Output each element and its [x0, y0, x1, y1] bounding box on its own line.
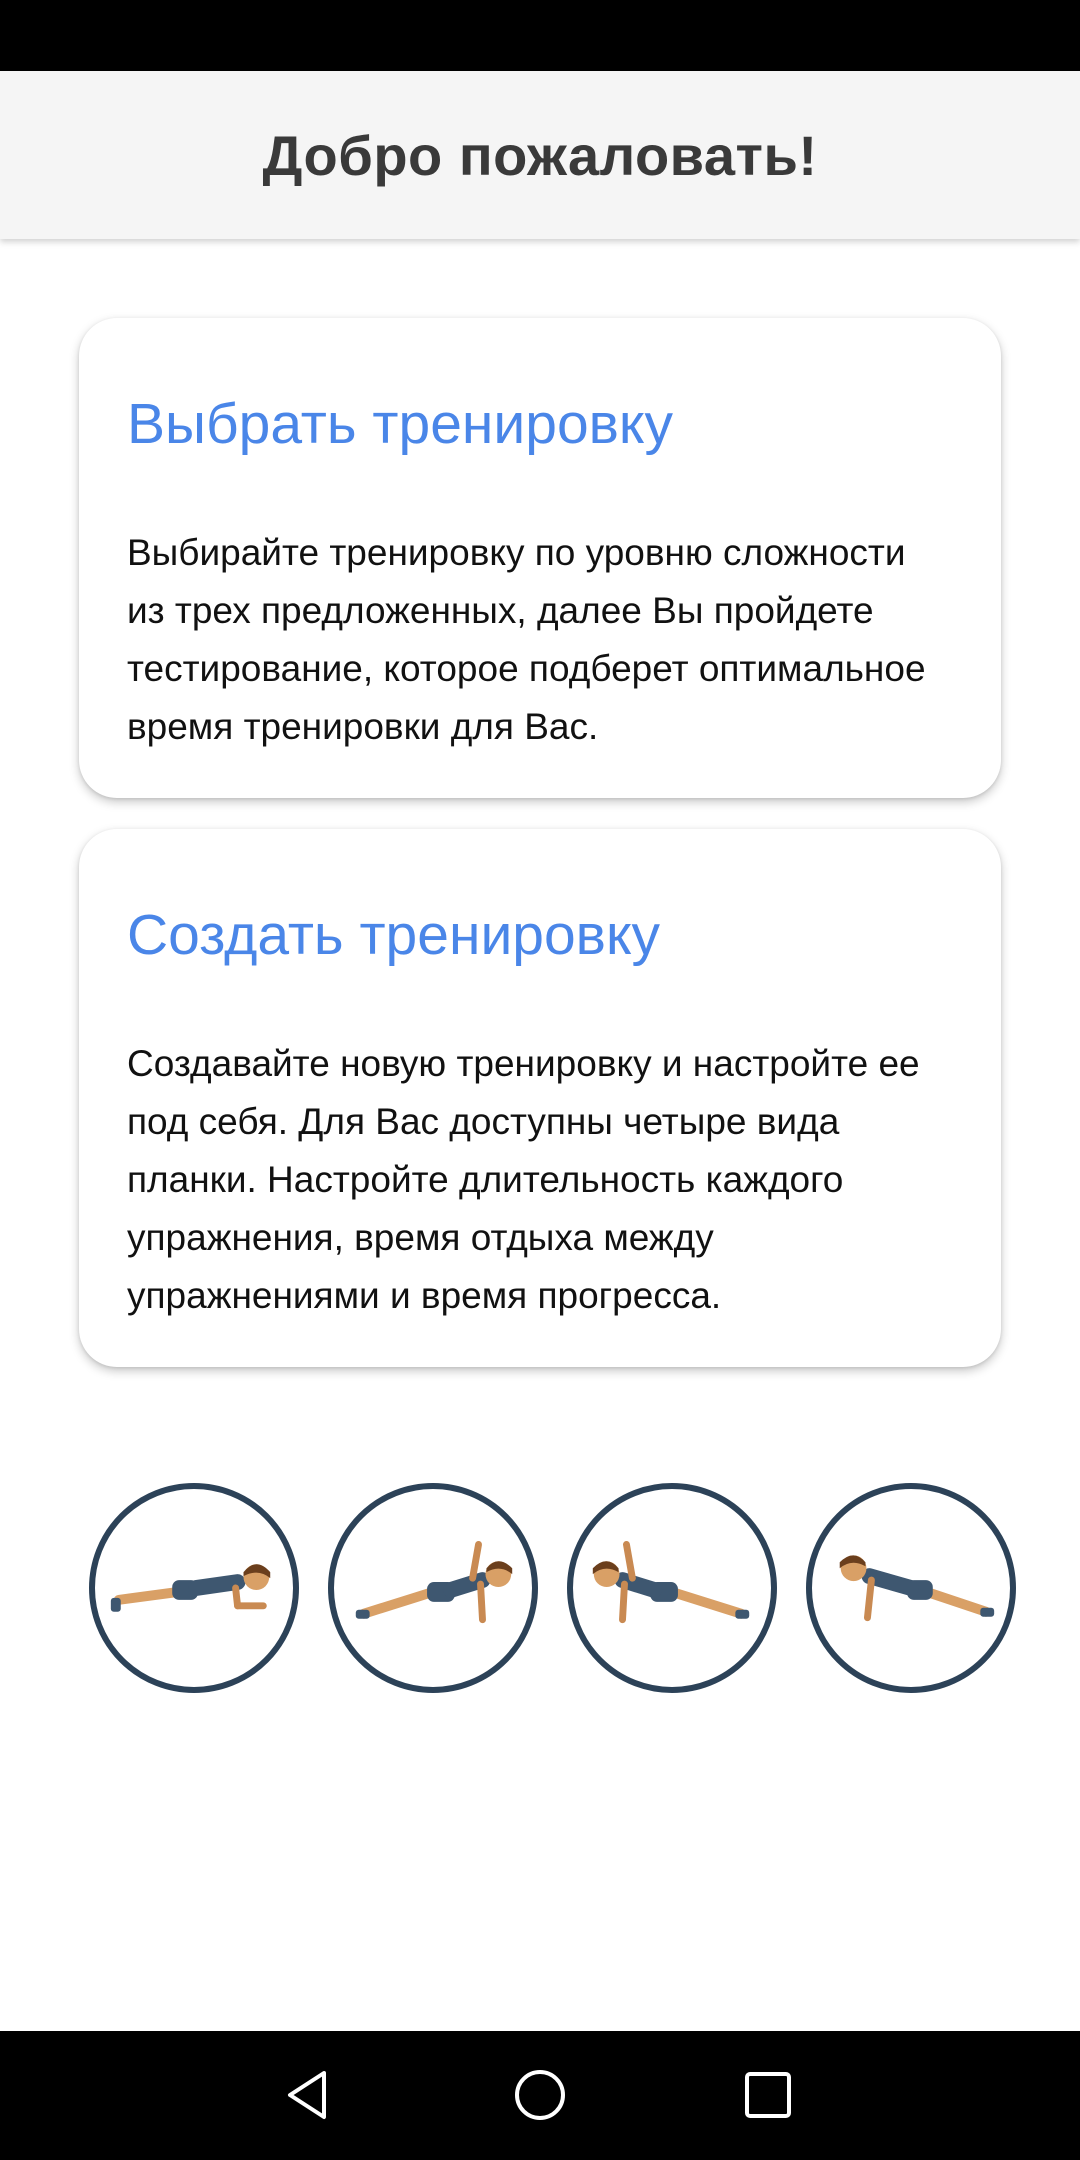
create-workout-title: Создать тренировку	[127, 903, 661, 967]
create-workout-card[interactable]: Создать тренировку Создавайте новую трен…	[79, 829, 1001, 1367]
choose-workout-description: Выбирайте тренировку по уровню сложности…	[127, 532, 926, 748]
page-title: Добро пожаловать!	[262, 123, 818, 187]
create-workout-description: Создавайте новую тренировку и настройте …	[127, 1043, 920, 1317]
app-bar: Добро пожаловать!	[0, 71, 1080, 239]
side-plank-right-icon[interactable]	[328, 1483, 538, 1693]
side-plank-left-icon[interactable]	[567, 1483, 777, 1693]
forearm-plank-icon[interactable]	[89, 1483, 299, 1693]
system-nav-bar	[0, 2031, 1080, 2160]
choose-workout-card[interactable]: Выбрать тренировку Выбирайте тренировку …	[79, 318, 1001, 798]
high-plank-icon[interactable]	[806, 1483, 1016, 1693]
back-icon[interactable]	[268, 2059, 348, 2131]
status-bar	[0, 0, 1080, 71]
recents-icon[interactable]	[728, 2059, 808, 2131]
choose-workout-title: Выбрать тренировку	[127, 392, 674, 456]
plank-types-row	[0, 1483, 1080, 1693]
home-icon[interactable]	[500, 2059, 580, 2131]
